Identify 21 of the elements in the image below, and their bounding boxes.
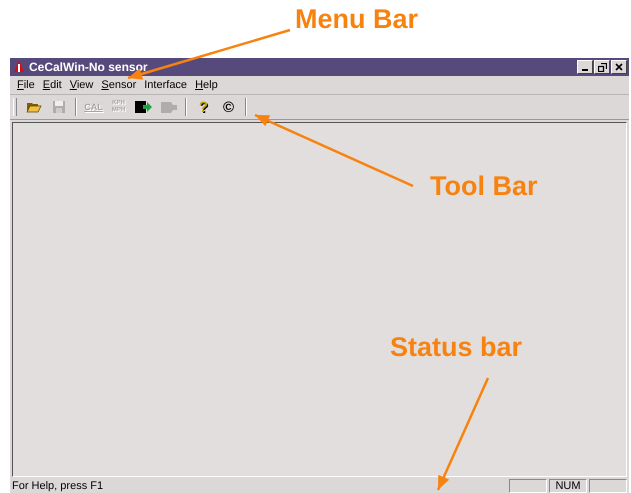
callout-label: Menu Bar bbox=[295, 4, 418, 35]
menu-item[interactable]: Interface bbox=[140, 79, 192, 91]
callout-label: Status bar bbox=[390, 332, 522, 363]
menu-item[interactable]: Help bbox=[191, 79, 222, 91]
callout-label: Tool Bar bbox=[430, 171, 538, 202]
status-pane bbox=[509, 479, 547, 493]
menu-item[interactable]: Edit bbox=[38, 79, 66, 91]
app-icon bbox=[12, 60, 26, 74]
status-pane bbox=[589, 479, 627, 493]
restore-button[interactable] bbox=[594, 60, 610, 74]
menu-item[interactable]: View bbox=[66, 79, 98, 91]
minimize-button[interactable] bbox=[577, 60, 593, 74]
window-title: CeCalWin-No sensor bbox=[29, 60, 148, 74]
toolbar-button[interactable]: © bbox=[217, 97, 240, 117]
status-pane: NUM bbox=[549, 479, 587, 493]
close-icon bbox=[615, 63, 623, 71]
status-message: For Help, press F1 bbox=[11, 480, 104, 492]
close-button[interactable] bbox=[611, 60, 627, 74]
restore-icon bbox=[598, 62, 606, 72]
menu-item[interactable]: File bbox=[13, 79, 39, 91]
menu-item[interactable]: Sensor bbox=[97, 79, 140, 91]
